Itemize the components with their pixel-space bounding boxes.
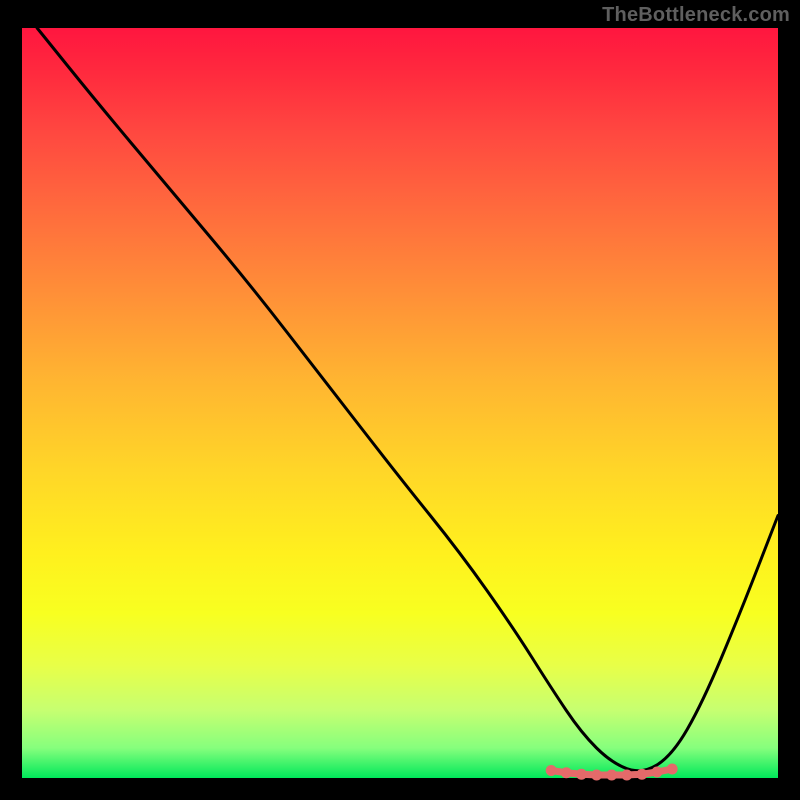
main-curve <box>37 28 778 771</box>
valley-marker-dot <box>636 769 647 780</box>
valley-marker-dot <box>576 769 587 780</box>
watermark-text: TheBottleneck.com <box>602 4 790 27</box>
valley-marker-dot <box>652 767 663 778</box>
valley-marker-dot <box>667 764 678 775</box>
valley-marker-dot <box>561 767 572 778</box>
valley-marker-dot <box>606 770 617 781</box>
chart-container: TheBottleneck.com <box>0 0 800 800</box>
valley-marker-dot <box>621 770 632 781</box>
valley-marker-dot <box>546 765 557 776</box>
plot-area <box>22 28 778 778</box>
curve-layer <box>22 28 778 778</box>
valley-marker-dot <box>591 770 602 781</box>
